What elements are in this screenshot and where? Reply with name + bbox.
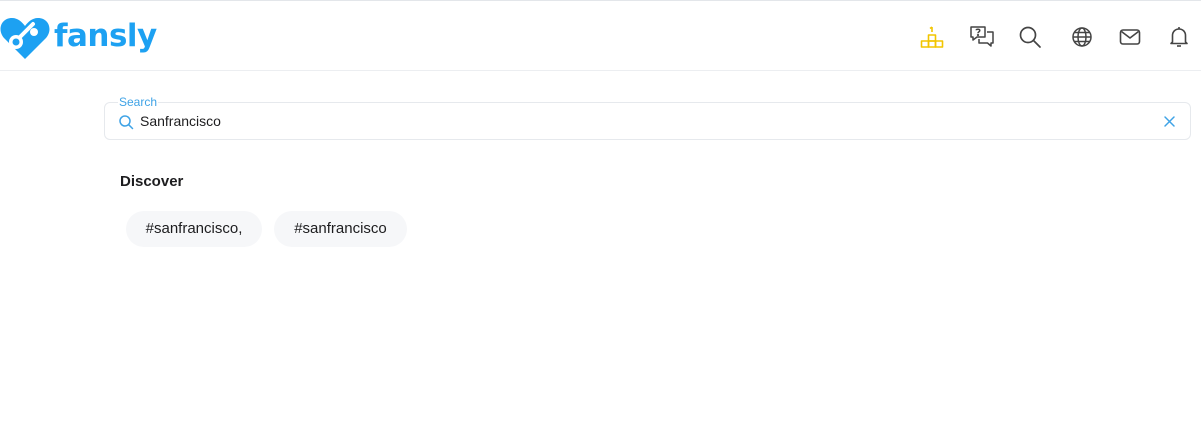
discover-heading: Discover	[120, 173, 184, 190]
hashtag-chip[interactable]: #sanfrancisco,	[126, 211, 262, 247]
search-field[interactable]	[104, 102, 1191, 140]
messages-envelope-icon[interactable]	[1116, 23, 1144, 51]
search-icon[interactable]	[1016, 23, 1044, 51]
hashtag-chip[interactable]: #sanfrancisco	[274, 211, 407, 247]
brand-name: fansly	[54, 18, 157, 54]
search-field-label: Search	[118, 95, 159, 109]
notifications-bell-icon[interactable]	[1165, 23, 1193, 51]
fansly-logo[interactable]: fansly	[0, 15, 157, 61]
leaderboard-podium-icon[interactable]	[918, 23, 946, 51]
search-input[interactable]	[140, 111, 1140, 131]
globe-icon[interactable]	[1068, 23, 1096, 51]
clear-search-icon[interactable]	[1163, 115, 1176, 128]
top-navigation-bar: fansly	[0, 1, 1201, 71]
help-chat-icon[interactable]	[968, 23, 996, 51]
logo-heart-icon	[0, 18, 50, 59]
search-field-icon	[119, 115, 134, 130]
